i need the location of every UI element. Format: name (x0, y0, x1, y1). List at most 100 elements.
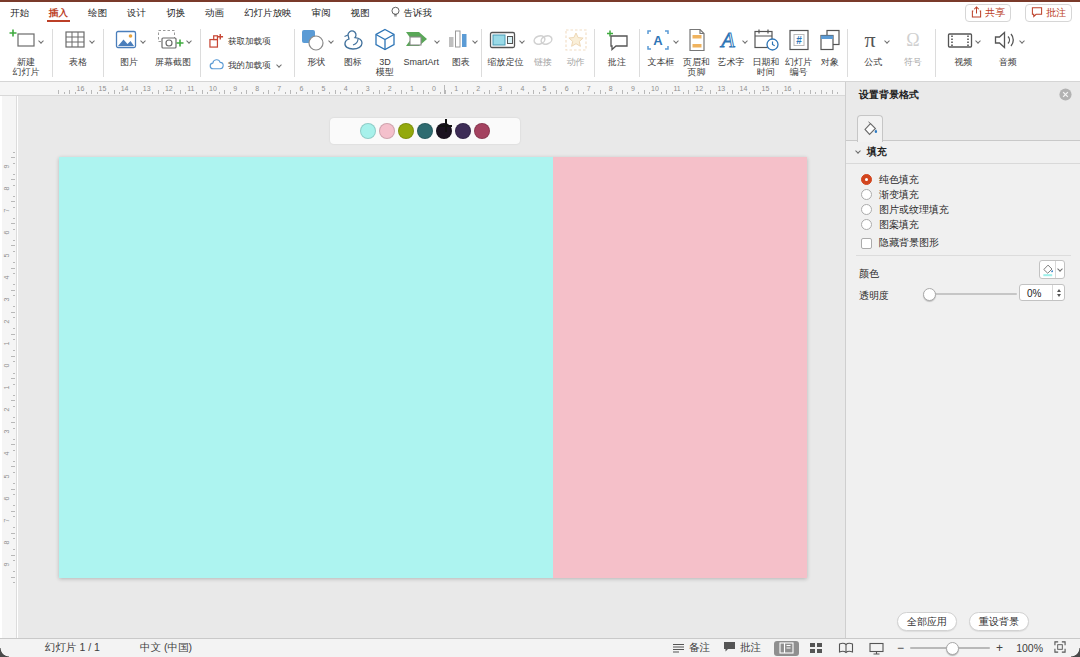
slide-number-icon: # (786, 27, 812, 57)
3d-model-button[interactable]: 3D 模型 (371, 26, 399, 78)
zoom-out-button[interactable]: − (897, 641, 904, 655)
checkbox[interactable] (861, 238, 872, 249)
fill-section-header[interactable]: 填充 (846, 141, 1080, 164)
tab-tell-me[interactable]: 告诉我 (389, 2, 434, 24)
hide-background-checkbox-row[interactable]: 隐藏背景图形 (861, 236, 939, 250)
slide-number-button[interactable]: #幻灯片 编号 (784, 26, 813, 78)
chart-button[interactable]: 图表 (444, 26, 478, 68)
shapes-button[interactable]: 形状 (298, 26, 334, 68)
formula-button[interactable]: π公式 (856, 26, 890, 68)
reading-view-button[interactable] (834, 641, 859, 656)
chevron-down-icon (1055, 261, 1064, 278)
format-background-panel: 设置背景格式 填充 纯色填充渐变填充图片或纹理填充图案填充 隐藏背景图形 颜色 … (845, 82, 1080, 638)
ribbon-group-8: π公式 Ω符号 (848, 26, 935, 68)
textbox-button[interactable]: A文本框 (643, 26, 679, 68)
slide-background-left[interactable] (59, 157, 553, 578)
screenshot-icon (155, 27, 185, 57)
slider-thumb[interactable] (923, 288, 936, 301)
symbol-button: Ω符号 (899, 26, 927, 68)
menu-tab-7[interactable]: 审阅 (311, 2, 332, 24)
transparency-slider[interactable] (925, 293, 1017, 295)
color-swatch-light-pink[interactable] (379, 123, 395, 139)
icons-duck-icon (339, 27, 367, 57)
stepper[interactable] (1052, 285, 1064, 300)
radio-button[interactable] (861, 219, 872, 230)
menu-tab-6[interactable]: 幻灯片放映 (243, 2, 293, 24)
step-up-icon[interactable] (1057, 289, 1061, 292)
menu-tab-4[interactable]: 切换 (165, 2, 186, 24)
language-indicator[interactable]: 中文 (中国) (140, 641, 192, 655)
color-swatch-olive-green[interactable] (398, 123, 414, 139)
menu-tab-1[interactable]: 插入 (48, 2, 69, 24)
vertical-ruler: 9876543210123456789 (2, 96, 17, 638)
menu-tab-3[interactable]: 设计 (126, 2, 147, 24)
addin-store-icon (209, 33, 224, 50)
radio-button[interactable] (861, 189, 872, 200)
zoom-in-button[interactable]: + (996, 641, 1003, 655)
color-swatch-berry[interactable] (474, 123, 490, 139)
color-swatch-light-cyan[interactable] (360, 123, 376, 139)
normal-view-button[interactable] (774, 641, 799, 656)
my-addins-button[interactable]: 我的加载项 (209, 55, 281, 76)
fit-slide-icon[interactable] (1054, 641, 1066, 655)
zoom-slider-thumb[interactable] (946, 642, 959, 655)
color-swatch-black[interactable] (436, 123, 452, 139)
chevron-down-icon (186, 38, 192, 44)
action-button: 动作 (562, 26, 590, 68)
datetime-button[interactable]: 日期和 时间 (751, 26, 781, 78)
datetime-icon (752, 27, 780, 57)
new-slide-button[interactable]: 新建 幻灯片 (8, 26, 44, 78)
header-footer-button[interactable]: 页眉和 页脚 (682, 26, 711, 78)
zoom-percentage[interactable]: 100% (1009, 642, 1043, 654)
table-icon (62, 27, 88, 57)
chevron-down-icon (89, 38, 95, 44)
step-down-icon[interactable] (1057, 294, 1061, 297)
slide-sorter-view-button[interactable] (804, 641, 829, 656)
radio-button[interactable] (861, 174, 872, 185)
smartart-button[interactable]: SmartArt (402, 26, 440, 68)
audio-button[interactable]: 音频 (991, 26, 1025, 68)
close-icon[interactable] (1059, 88, 1072, 101)
addin-store-button[interactable]: 获取加载项 (209, 31, 271, 52)
table-button[interactable]: 表格 (61, 26, 95, 68)
menu-tab-8[interactable]: 视图 (350, 2, 371, 24)
reset-background-button[interactable]: 重设背景 (969, 612, 1029, 631)
zoom-slider[interactable] (910, 647, 990, 649)
share-button[interactable]: 共享 (965, 4, 1011, 22)
screenshot-button[interactable]: 屏幕截图 (154, 26, 192, 68)
menu-tab-5[interactable]: 动画 (204, 2, 225, 24)
slide[interactable] (59, 157, 807, 578)
video-button[interactable]: 视频 (945, 26, 981, 68)
notes-toggle[interactable]: 备注 (672, 641, 710, 655)
menu-tab-2[interactable]: 绘图 (87, 2, 108, 24)
color-swatch-dark-purple[interactable] (455, 123, 471, 139)
wordart-button[interactable]: A艺术字 (714, 26, 748, 68)
color-swatch-dark-teal[interactable] (417, 123, 433, 139)
fill-tab[interactable] (857, 115, 883, 142)
svg-text:A: A (719, 27, 735, 52)
fill-option-3[interactable]: 图案填充 (861, 217, 949, 232)
transparency-spinbox[interactable]: 0% (1019, 284, 1065, 301)
fill-color-button[interactable] (1039, 260, 1065, 279)
slide-background-right[interactable] (553, 157, 807, 578)
picture-button[interactable]: 图片 (112, 26, 146, 68)
powerpoint-window: 开始插入绘图设计切换动画幻灯片放映审阅视图 告诉我 共享 批注 新建 幻灯片表格… (0, 0, 1080, 657)
fill-option-1[interactable]: 渐变填充 (861, 187, 949, 202)
fill-option-2[interactable]: 图片或纹理填充 (861, 202, 949, 217)
fill-option-0[interactable]: 纯色填充 (861, 172, 949, 187)
zoom-loc-icon (488, 27, 518, 57)
comments-toggle[interactable]: 批注 (723, 641, 761, 655)
radio-button[interactable] (861, 204, 872, 215)
ribbon-group-4: 形状图标3D 模型SmartArt图表 (295, 26, 481, 78)
object-button[interactable]: 对象 (816, 26, 844, 68)
apply-all-button[interactable]: 全部应用 (897, 612, 957, 631)
fill-color-icon (1040, 262, 1055, 277)
ribbon: 新建 幻灯片表格图片屏幕截图获取加载项我的加载项形状图标3D 模型SmartAr… (0, 24, 1080, 82)
comments-button[interactable]: 批注 (1025, 4, 1072, 22)
comment-button[interactable]: 批注 (602, 26, 632, 68)
slideshow-view-button[interactable] (864, 641, 889, 656)
menu-tab-0[interactable]: 开始 (9, 2, 30, 24)
zoom-loc-button[interactable]: 缩放定位 (487, 26, 525, 68)
icons-duck-button[interactable]: 图标 (338, 26, 368, 68)
chevron-down-icon (328, 38, 334, 44)
